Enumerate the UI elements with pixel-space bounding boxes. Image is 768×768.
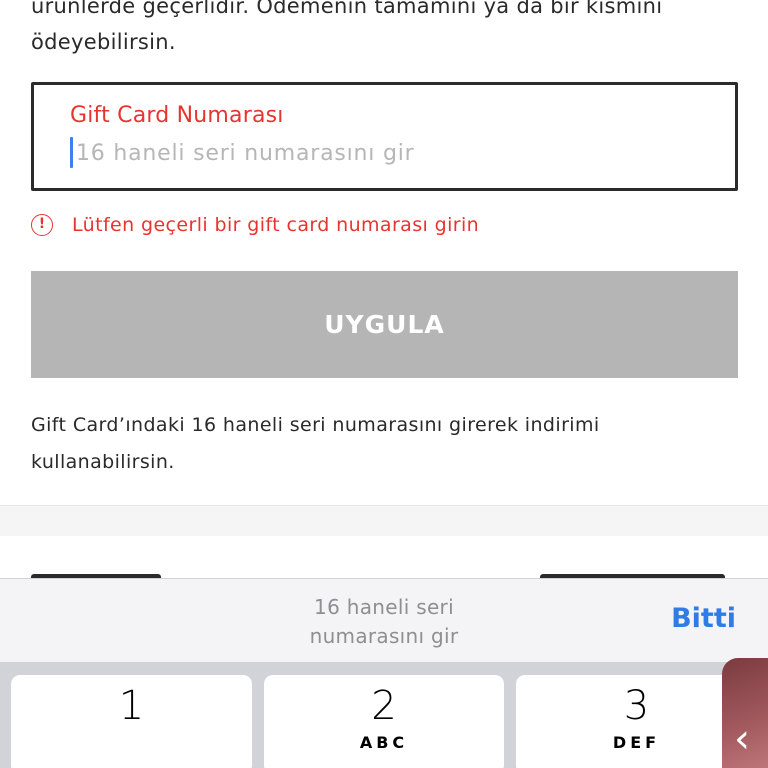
apply-button[interactable]: UYGULA <box>31 271 738 378</box>
key-2[interactable]: 2 ABC <box>264 675 504 768</box>
info-line-1: Gift Card’ındaki 16 haneli seri numarası… <box>31 414 600 436</box>
error-message-text: Lütfen geçerli bir gift card numarası gi… <box>72 214 480 236</box>
keyboard-hint-line-2: numarasını gir <box>309 624 459 648</box>
intro-line-2: ödeyebilirsin. <box>31 30 176 54</box>
key-3[interactable]: 3 DEF <box>516 675 757 768</box>
keyboard-hint-line-1: 16 haneli seri <box>314 595 454 619</box>
keyboard-toolbar: 16 haneli seri numarasını gir Bitti <box>0 578 768 662</box>
intro-text: ürünlerde geçerlidir. Ödemenin tamamını … <box>31 0 751 60</box>
text-caret <box>70 137 73 168</box>
gift-card-field[interactable]: Gift Card Numarası <box>31 82 738 191</box>
info-line-2: kullanabilirsin. <box>31 451 175 473</box>
error-message: ! Lütfen geçerli bir gift card numarası … <box>31 210 479 240</box>
chevron-left-icon: ‹ <box>734 716 750 762</box>
side-drawer-tab[interactable]: ‹ <box>722 658 768 768</box>
gift-card-field-label: Gift Card Numarası <box>70 103 284 128</box>
key-2-letters: ABC <box>359 733 409 752</box>
section-gap <box>0 506 768 536</box>
key-3-digit: 3 <box>623 683 650 729</box>
numeric-keypad: 1 2 ABC 3 DEF <box>0 662 768 768</box>
info-text: Gift Card’ındaki 16 haneli seri numarası… <box>31 407 731 481</box>
done-button[interactable]: Bitti <box>671 603 736 634</box>
key-3-letters: DEF <box>612 733 661 752</box>
obscured-summary-row <box>0 536 768 584</box>
key-1[interactable]: 1 <box>11 675 252 768</box>
key-2-digit: 2 <box>371 683 397 729</box>
intro-line-1: ürünlerde geçerlidir. Ödemenin tamamını … <box>31 0 663 18</box>
gift-card-number-input[interactable] <box>76 135 676 171</box>
key-1-digit: 1 <box>118 683 145 729</box>
alert-circle-icon: ! <box>31 214 53 236</box>
keyboard-hint: 16 haneli seri numarasını gir <box>234 593 534 651</box>
